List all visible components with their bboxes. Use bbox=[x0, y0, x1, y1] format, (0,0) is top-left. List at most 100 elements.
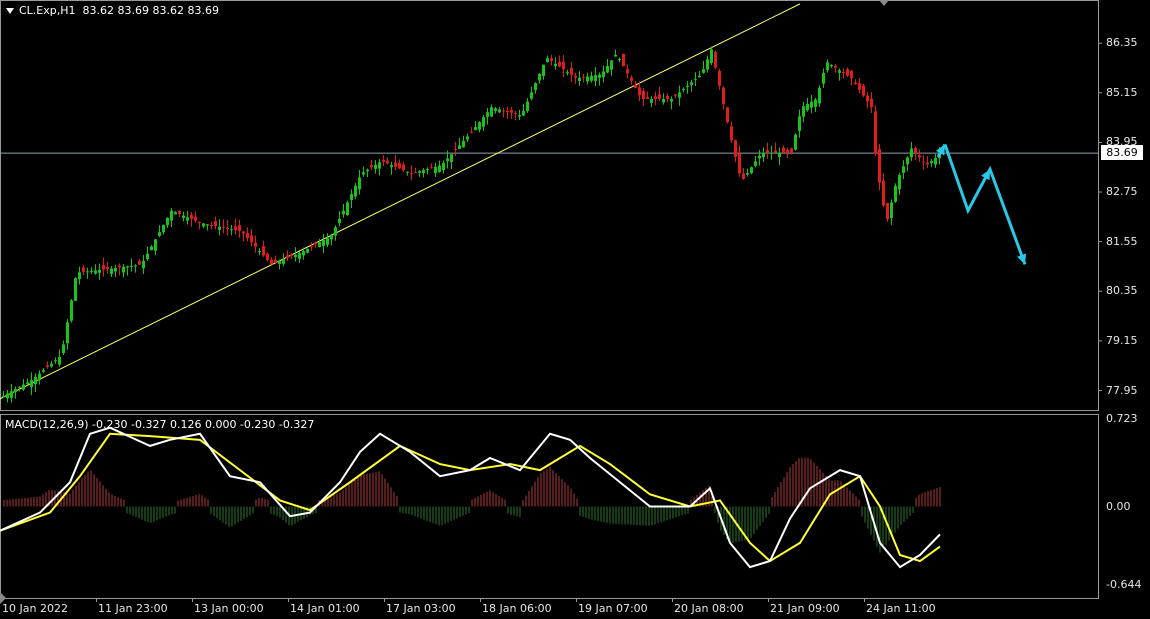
time-axis-label: 19 Jan 07:00 bbox=[578, 602, 648, 615]
candle-body bbox=[6, 393, 9, 399]
candle-body bbox=[618, 58, 621, 60]
candle-body bbox=[662, 98, 665, 103]
candle-body bbox=[94, 270, 97, 274]
candle-body bbox=[302, 250, 305, 256]
candle-body bbox=[814, 99, 817, 107]
candle-body bbox=[670, 98, 673, 102]
macd-axis-label: 0.00 bbox=[1106, 499, 1131, 513]
price-axis-label: 80.35 bbox=[1106, 284, 1138, 298]
candle-body bbox=[674, 94, 677, 96]
candle-body bbox=[494, 108, 497, 111]
macd-header: MACD(12,26,9) -0.230 -0.327 0.126 0.000 … bbox=[5, 418, 314, 431]
candle-body bbox=[50, 363, 53, 367]
candle-body bbox=[738, 153, 741, 174]
candle-body bbox=[654, 96, 657, 99]
candle-body bbox=[898, 175, 901, 190]
trendline bbox=[0, 3, 801, 400]
candle-body bbox=[134, 265, 137, 267]
candle-body bbox=[254, 242, 257, 247]
candle-body bbox=[438, 165, 441, 172]
candle-body bbox=[574, 75, 577, 78]
candle-body bbox=[518, 114, 521, 117]
candle-body bbox=[514, 113, 517, 115]
candle-body bbox=[238, 225, 241, 231]
candle-body bbox=[114, 267, 117, 272]
candle-body bbox=[230, 229, 233, 231]
candle-body bbox=[754, 161, 757, 166]
macd-values: -0.230 -0.327 0.126 0.000 -0.230 -0.327 bbox=[92, 418, 315, 431]
dropdown-triangle-icon[interactable] bbox=[6, 8, 14, 14]
candle-body bbox=[734, 140, 737, 157]
candle-body bbox=[810, 101, 813, 108]
candle-body bbox=[906, 157, 909, 165]
candle-body bbox=[374, 164, 377, 169]
candle-body bbox=[170, 210, 173, 221]
time-axis-label: 17 Jan 03:00 bbox=[386, 602, 456, 615]
candle-body bbox=[402, 164, 405, 171]
candle-body bbox=[650, 98, 653, 103]
candle-body bbox=[82, 267, 85, 272]
candle-body bbox=[586, 76, 589, 82]
candle-body bbox=[706, 59, 709, 70]
candle-body bbox=[834, 66, 837, 68]
candle-body bbox=[38, 373, 41, 381]
candle-body bbox=[782, 147, 785, 153]
candle-body bbox=[778, 152, 781, 157]
candle-body bbox=[66, 322, 69, 344]
ohlc-values: 83.62 83.69 83.62 83.69 bbox=[82, 4, 219, 17]
candle-body bbox=[54, 360, 57, 362]
time-axis-label: 20 Jan 08:00 bbox=[674, 602, 744, 615]
candle-body bbox=[606, 65, 609, 73]
candle-body bbox=[830, 65, 833, 67]
candle-body bbox=[354, 185, 357, 197]
candle-body bbox=[894, 185, 897, 202]
candle-body bbox=[206, 224, 209, 226]
candle-body bbox=[530, 92, 533, 99]
candle-body bbox=[850, 70, 853, 79]
candle-body bbox=[502, 110, 505, 112]
candle-body bbox=[454, 149, 457, 151]
candle-body bbox=[462, 140, 465, 148]
candle-body bbox=[798, 116, 801, 131]
price-axis-label: 81.55 bbox=[1106, 234, 1138, 248]
candle-body bbox=[434, 166, 437, 174]
candle-body bbox=[614, 54, 617, 57]
candle-body bbox=[562, 61, 565, 70]
candle-body bbox=[822, 72, 825, 84]
candle-body bbox=[86, 271, 89, 273]
candle-body bbox=[362, 172, 365, 175]
time-axis-label: 11 Jan 23:00 bbox=[98, 602, 168, 615]
candle-body bbox=[370, 164, 373, 168]
macd-label: MACD(12,26,9) bbox=[5, 418, 89, 431]
time-axis-label: 13 Jan 00:00 bbox=[194, 602, 264, 615]
candle-body bbox=[710, 49, 713, 63]
candle-body bbox=[274, 259, 277, 263]
candle-body bbox=[866, 95, 869, 102]
symbol-header[interactable]: CL.Exp,H1 83.62 83.69 83.62 83.69 bbox=[6, 4, 219, 17]
candle-body bbox=[58, 357, 61, 365]
candle-body bbox=[26, 382, 29, 384]
candle-body bbox=[826, 62, 829, 71]
candle-body bbox=[14, 389, 17, 393]
candle-body bbox=[334, 227, 337, 236]
candle-body bbox=[42, 370, 45, 372]
candle-body bbox=[874, 111, 877, 154]
candle-body bbox=[918, 155, 921, 158]
candle-body bbox=[102, 265, 105, 270]
candle-body bbox=[366, 169, 369, 172]
candle-body bbox=[34, 376, 37, 385]
candle-body bbox=[714, 52, 717, 68]
candle-body bbox=[214, 220, 217, 226]
candle-body bbox=[46, 365, 49, 367]
candle-body bbox=[538, 73, 541, 81]
candle-body bbox=[486, 112, 489, 117]
candle-body bbox=[522, 110, 525, 116]
macd-axis-label: -0.644 bbox=[1106, 577, 1142, 591]
time-axis-label: 10 Jan 2022 bbox=[2, 602, 68, 615]
candle-body bbox=[506, 110, 509, 112]
candle-body bbox=[482, 117, 485, 127]
symbol-label: CL.Exp,H1 bbox=[19, 4, 76, 17]
candle-body bbox=[470, 131, 473, 133]
candle-body bbox=[350, 194, 353, 201]
candle-body bbox=[106, 266, 109, 270]
